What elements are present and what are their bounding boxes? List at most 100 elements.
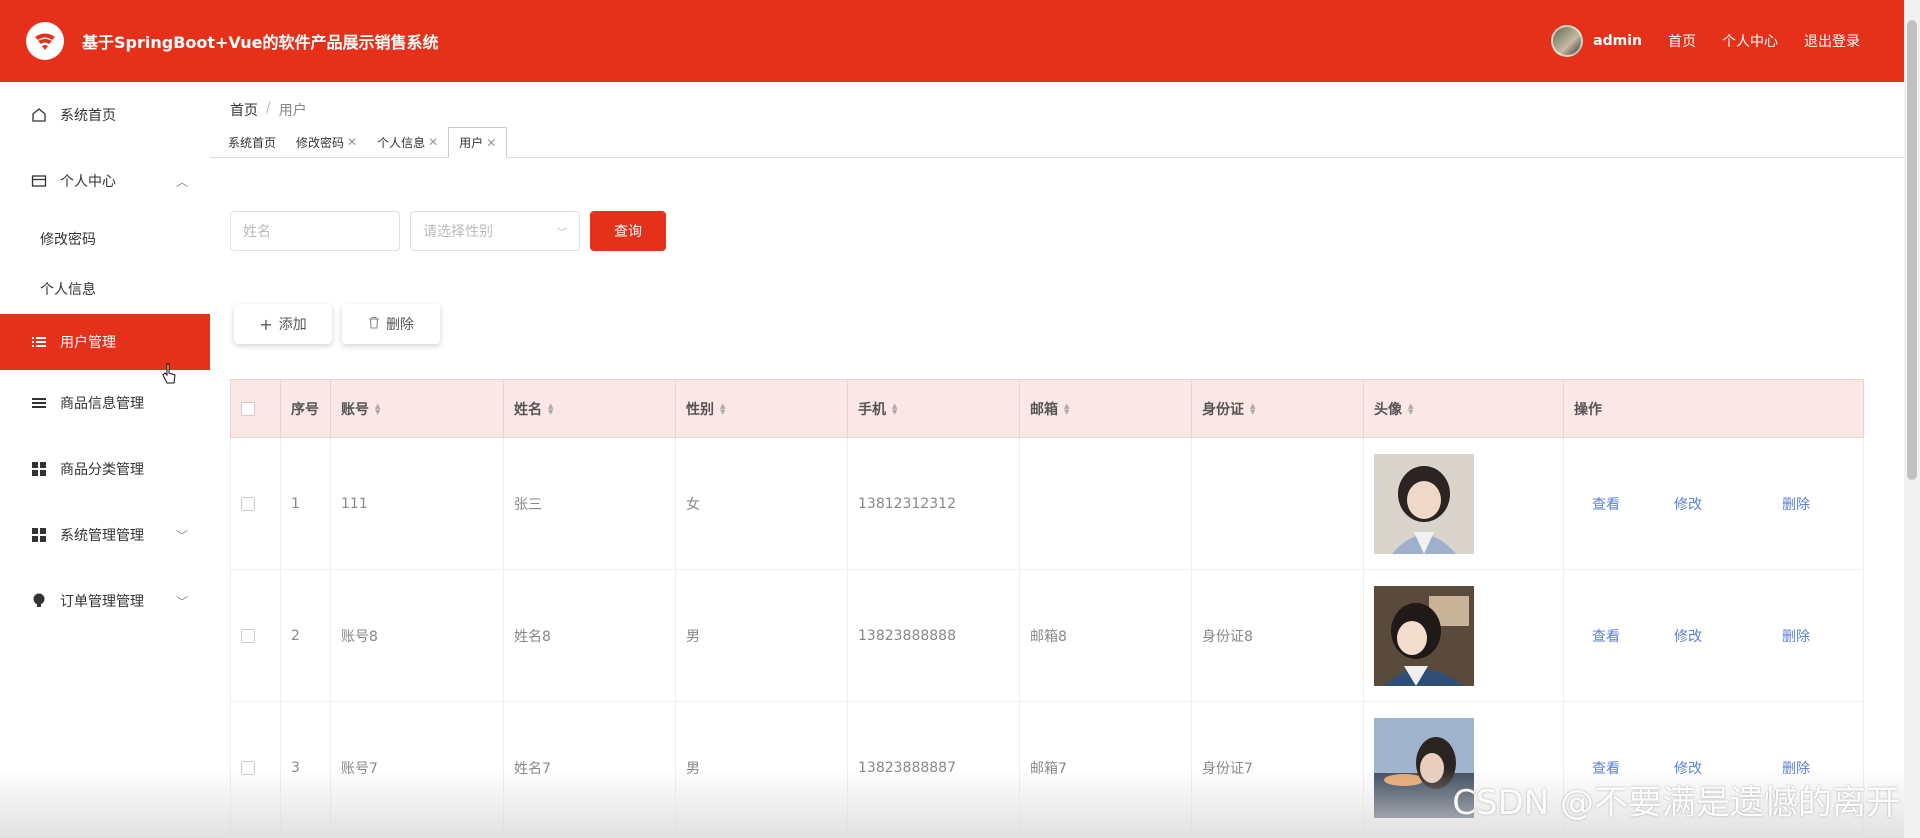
sidebar-item-home[interactable]: 系统首页 (0, 82, 210, 148)
sidebar-item-label: 用户管理 (60, 335, 116, 351)
tab-label: 个人信息 (377, 135, 426, 150)
search-bar: 姓名 请选择性别 ﹀ 查询 (230, 211, 666, 251)
delete-link[interactable]: 删除 (1782, 494, 1810, 514)
col-account[interactable]: 账号 ▲ ▼ (331, 380, 504, 437)
col-label: 手机 (858, 401, 886, 418)
grid-icon (30, 460, 48, 478)
cell-name: 姓名8 (504, 570, 676, 701)
mouse-cursor-icon (162, 363, 176, 384)
breadcrumb: 首页 / 用户 (230, 100, 307, 120)
home-icon (30, 106, 48, 124)
row-checkbox[interactable] (241, 496, 255, 511)
sort-icon[interactable]: ▲ ▼ (375, 402, 380, 415)
edit-link[interactable]: 修改 (1674, 494, 1702, 514)
sidebar-item-user-management[interactable]: 用户管理 (0, 314, 210, 370)
breadcrumb-home[interactable]: 首页 (230, 100, 258, 120)
delete-label: 删除 (386, 317, 414, 333)
delete-button[interactable]: 删除 (342, 304, 440, 344)
delete-link[interactable]: 删除 (1782, 626, 1810, 646)
page-scrollbar[interactable] (1904, 0, 1920, 838)
cell-actions: 查看 修改 删除 (1564, 438, 1863, 569)
nav-logout-link[interactable]: 退出登录 (1804, 31, 1860, 51)
edit-link[interactable]: 修改 (1674, 626, 1702, 646)
sidebar-item-personal-center[interactable]: 个人中心 ︿ (0, 148, 210, 214)
user-photo[interactable] (1374, 585, 1474, 686)
select-all-cell (231, 380, 281, 437)
col-avatar[interactable]: 头像 ▲ ▼ (1364, 380, 1564, 437)
sort-icon[interactable]: ▲ ▼ (1250, 402, 1255, 415)
col-label: 账号 (341, 401, 369, 418)
sidebar-item-label: 系统管理管理 (60, 528, 144, 544)
action-bar: + 添加 删除 (234, 304, 440, 344)
avatar[interactable] (1551, 25, 1584, 57)
sidebar-item-product-info[interactable]: 商品信息管理 (0, 370, 210, 436)
sidebar-subitem-change-password[interactable]: 修改密码 (0, 214, 210, 264)
sort-icon[interactable]: ▲ ▼ (1064, 402, 1069, 415)
cell-idcard (1192, 438, 1364, 569)
scrollbar-thumb[interactable] (1907, 20, 1917, 480)
sidebar-item-label: 订单管理管理 (60, 594, 144, 610)
cell-index: 1 (281, 438, 331, 569)
close-icon[interactable]: ✕ (486, 136, 496, 150)
tab-personal-info[interactable]: 个人信息 ✕ (367, 127, 448, 157)
nav-personal-center-link[interactable]: 个人中心 (1722, 31, 1778, 51)
col-gender[interactable]: 性别 ▲ ▼ (676, 380, 848, 437)
name-search-input[interactable]: 姓名 (230, 211, 400, 251)
chevron-down-icon: ﹀ (175, 594, 188, 609)
nav-home-link[interactable]: 首页 (1668, 31, 1696, 51)
col-name[interactable]: 姓名 ▲ ▼ (504, 380, 676, 437)
row-checkbox[interactable] (241, 760, 255, 775)
row-select-cell (231, 702, 281, 833)
list-icon (30, 394, 48, 412)
tab-system-home[interactable]: 系统首页 (218, 127, 286, 157)
add-button[interactable]: + 添加 (234, 304, 332, 344)
gender-select-placeholder: 请选择性别 (423, 224, 493, 240)
user-photo[interactable] (1374, 453, 1474, 554)
col-idcard[interactable]: 身份证 ▲ ▼ (1192, 380, 1364, 437)
sidebar-item-order-management[interactable]: 订单管理管理 ﹀ (0, 568, 210, 634)
close-icon[interactable]: ✕ (428, 135, 438, 149)
user-profile[interactable]: admin (1551, 25, 1642, 57)
query-button[interactable]: 查询 (590, 211, 666, 251)
row-checkbox[interactable] (241, 628, 255, 643)
tab-user[interactable]: 用户 ✕ (448, 127, 508, 158)
gender-select[interactable]: 请选择性别 ﹀ (410, 211, 580, 251)
cell-account: 账号8 (331, 570, 504, 701)
add-label: 添加 (278, 317, 307, 333)
col-email[interactable]: 邮箱 ▲ ▼ (1020, 380, 1192, 437)
app-logo[interactable] (26, 22, 64, 60)
cell-actions: 查看 修改 删除 (1564, 570, 1863, 701)
chevron-down-icon: ﹀ (175, 528, 188, 543)
sort-icon[interactable]: ▲ ▼ (548, 402, 553, 415)
view-link[interactable]: 查看 (1592, 626, 1620, 646)
sort-icon[interactable]: ▲ ▼ (1408, 402, 1413, 415)
bulb-icon (30, 592, 48, 610)
sidebar-item-label: 商品分类管理 (60, 462, 144, 478)
cell-account: 账号7 (331, 702, 504, 833)
tab-bar: 系统首页 修改密码 ✕ 个人信息 ✕ 用户 ✕ (210, 126, 1904, 158)
breadcrumb-separator: / (266, 100, 271, 116)
cell-phone: 13823888888 (848, 570, 1020, 701)
tab-change-password[interactable]: 修改密码 ✕ (286, 127, 367, 157)
sidebar-item-product-category[interactable]: 商品分类管理 (0, 436, 210, 502)
username: admin (1593, 33, 1642, 49)
cell-phone: 13812312312 (848, 438, 1020, 569)
sort-icon[interactable]: ▲ ▼ (892, 402, 897, 415)
cell-avatar (1364, 438, 1564, 569)
cell-phone: 13823888887 (848, 702, 1020, 833)
sort-icon[interactable]: ▲ ▼ (720, 402, 725, 415)
sidebar-subitem-personal-info[interactable]: 个人信息 (0, 264, 210, 314)
col-label: 头像 (1374, 401, 1402, 418)
view-link[interactable]: 查看 (1592, 494, 1620, 514)
select-all-checkbox[interactable] (241, 401, 255, 416)
close-icon[interactable]: ✕ (347, 135, 357, 149)
sidebar-item-system-management[interactable]: 系统管理管理 ﹀ (0, 502, 210, 568)
top-header: 基于SpringBoot+Vue的软件产品展示销售系统 admin 首页 个人中… (0, 0, 1904, 82)
cell-index: 3 (281, 702, 331, 833)
col-phone[interactable]: 手机 ▲ ▼ (848, 380, 1020, 437)
col-actions: 操作 (1574, 401, 1602, 418)
cell-avatar (1364, 570, 1564, 701)
card-icon (30, 172, 48, 190)
cell-idcard: 身份证8 (1192, 570, 1364, 701)
user-table: 序号 账号 ▲ ▼ 姓名 ▲ ▼ 性别 ▲ ▼ 手机 ▲ ▼ 邮箱 ▲ ▼ 身份证 ▲ ▼ 头像 ▲ ▼ 操… (230, 379, 1864, 834)
